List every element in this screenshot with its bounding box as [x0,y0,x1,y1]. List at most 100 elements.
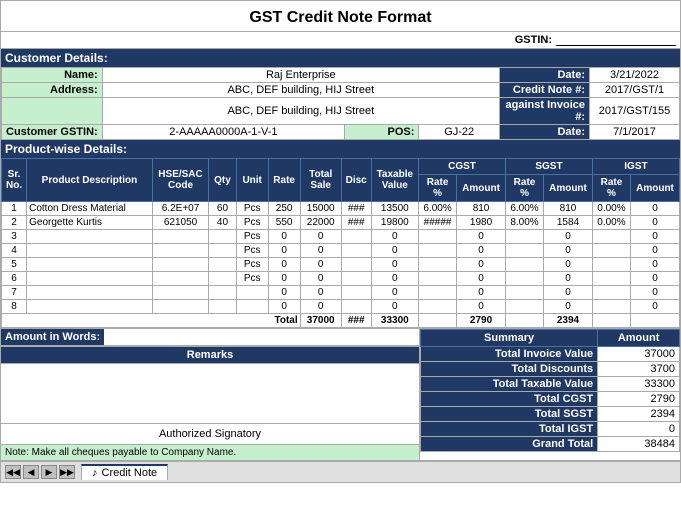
customer-info-table: Name: Raj Enterprise Date: 3/21/2022 Add… [1,67,680,140]
summary-row: Total Invoice Value37000 [421,347,680,362]
col-sgst-header: SGST [505,159,592,175]
col-unit: Unit [236,159,268,202]
col-igst-header: IGST [592,159,679,175]
col-cgst-amount: Amount [457,175,506,202]
items-tfoot: Total 37000 ### 33300 2790 2394 [2,314,680,328]
summary-tbody: Total Invoice Value37000Total Discounts3… [421,347,680,452]
name-label: Name: [2,68,103,83]
table-row: 2Georgette Kurtis62105040Pcs55022000###1… [2,216,680,230]
tab-bar: ◀◀ ◀ ▶ ▶▶ ♪ Credit Note [1,460,680,482]
remarks-content[interactable] [1,363,419,423]
total-taxable: 33300 [371,314,418,328]
col-sgst-amount: Amount [544,175,593,202]
nav-last[interactable]: ▶▶ [59,465,75,479]
col-cgst-header: CGST [419,159,506,175]
date-value[interactable]: 3/21/2022 [590,68,680,83]
address2-value[interactable]: ABC, DEF building, HIJ Street [102,98,499,125]
gstin-label: GSTIN: [515,34,552,46]
items-header-row1: Sr. No. Product Description HSE/SAC Code… [2,159,680,175]
gstin-row: GSTIN: [1,32,680,49]
page-title: GST Credit Note Format [1,9,680,27]
col-cgst-rate: Rate % [419,175,457,202]
customer-gstin-value[interactable]: 2-AAAAA0000A-1-V-1 [102,125,344,140]
total-sale: 37000 [300,314,341,328]
summary-row: Total SGST2394 [421,407,680,422]
remarks-section: Remarks [1,346,419,423]
date-label: Date: [500,68,590,83]
table-row: 8000000 [2,300,680,314]
summary-col-label: Summary [421,330,598,347]
col-rate: Rate [268,159,300,202]
credit-note-value[interactable]: 2017/GST/1 [590,83,680,98]
col-sr: Sr. No. [2,159,27,202]
table-row: 4Pcs000000 [2,244,680,258]
name-value[interactable]: Raj Enterprise [102,68,499,83]
summary-row: Total Taxable Value33300 [421,377,680,392]
words-value[interactable] [104,329,419,345]
table-row: 5Pcs000000 [2,258,680,272]
credit-note-label: Credit Note #: [500,83,590,98]
table-row: 7000000 [2,286,680,300]
total-sgst: 2394 [544,314,593,328]
gstin-value[interactable] [556,34,676,46]
against-invoice-label: against Invoice #: [500,98,590,125]
nav-first[interactable]: ◀◀ [5,465,21,479]
summary-row: Total Discounts3700 [421,362,680,377]
bottom-left: Amount in Words: Remarks Authorized Sign… [1,329,420,460]
col-product: Product Description [27,159,153,202]
customer-name-row: Name: Raj Enterprise Date: 3/21/2022 [2,68,680,83]
total-label: Total [2,314,301,328]
table-row: 3Pcs000000 [2,230,680,244]
nav-arrows: ◀◀ ◀ ▶ ▶▶ [5,465,75,479]
tab-icon: ♪ [92,467,98,479]
total-row: Total 37000 ### 33300 2790 2394 [2,314,680,328]
nav-next[interactable]: ▶ [41,465,57,479]
col-sgst-rate: Rate % [505,175,543,202]
nav-prev[interactable]: ◀ [23,465,39,479]
summary-row: Total CGST2790 [421,392,680,407]
customer-address2-row: ABC, DEF building, HIJ Street against In… [2,98,680,125]
date2-label: Date: [500,125,590,140]
col-qty: Qty [209,159,236,202]
bottom-section: Amount in Words: Remarks Authorized Sign… [1,328,680,460]
pos-value[interactable]: GJ-22 [419,125,500,140]
total-cgst: 2790 [457,314,506,328]
signatory-label: Authorized Signatory [159,428,261,440]
customer-gstin-row: Customer GSTIN: 2-AAAAA0000A-1-V-1 POS: … [2,125,680,140]
col-hse: HSE/SAC Code [152,159,208,202]
col-igst-rate: Rate % [592,175,630,202]
col-disc: Disc [341,159,371,202]
against-invoice-value[interactable]: 2017/GST/155 [590,98,680,125]
col-total-sale: Total Sale [300,159,341,202]
pos-label: POS: [345,125,419,140]
col-igst-amount: Amount [631,175,680,202]
items-tbody: 1Cotton Dress Material6.2E+0760Pcs250150… [2,202,680,314]
words-label: Amount in Words: [1,329,104,345]
tab-label: Credit Note [102,467,158,479]
tab-credit-note[interactable]: ♪ Credit Note [81,464,168,480]
items-table: Sr. No. Product Description HSE/SAC Code… [1,158,680,328]
signatory-row: Authorized Signatory [1,423,419,444]
date2-value[interactable]: 7/1/2017 [590,125,680,140]
spreadsheet-container: GST Credit Note Format GSTIN: Customer D… [0,0,681,483]
summary-col-amount: Amount [598,330,680,347]
title-row: GST Credit Note Format [1,1,680,32]
table-row: 1Cotton Dress Material6.2E+0760Pcs250150… [2,202,680,216]
customer-address1-row: Address: ABC, DEF building, HIJ Street C… [2,83,680,98]
customer-section-header: Customer Details: [1,49,680,67]
note-row: Note: Make all cheques payable to Compan… [1,444,419,460]
summary-section: Summary Amount Total Invoice Value37000T… [420,329,680,460]
summary-row: Grand Total38484 [421,437,680,452]
product-section-header: Product-wise Details: [1,140,680,158]
words-row: Amount in Words: [1,329,419,346]
address1-value[interactable]: ABC, DEF building, HIJ Street [102,83,499,98]
summary-header-row: Summary Amount [421,330,680,347]
remarks-label: Remarks [1,347,419,363]
summary-table: Summary Amount Total Invoice Value37000T… [420,329,680,452]
total-disc: ### [341,314,371,328]
table-row: 6Pcs000000 [2,272,680,286]
address-label: Address: [2,83,103,98]
customer-gstin-label: Customer GSTIN: [2,125,103,140]
col-taxable: Taxable Value [371,159,418,202]
summary-row: Total IGST0 [421,422,680,437]
